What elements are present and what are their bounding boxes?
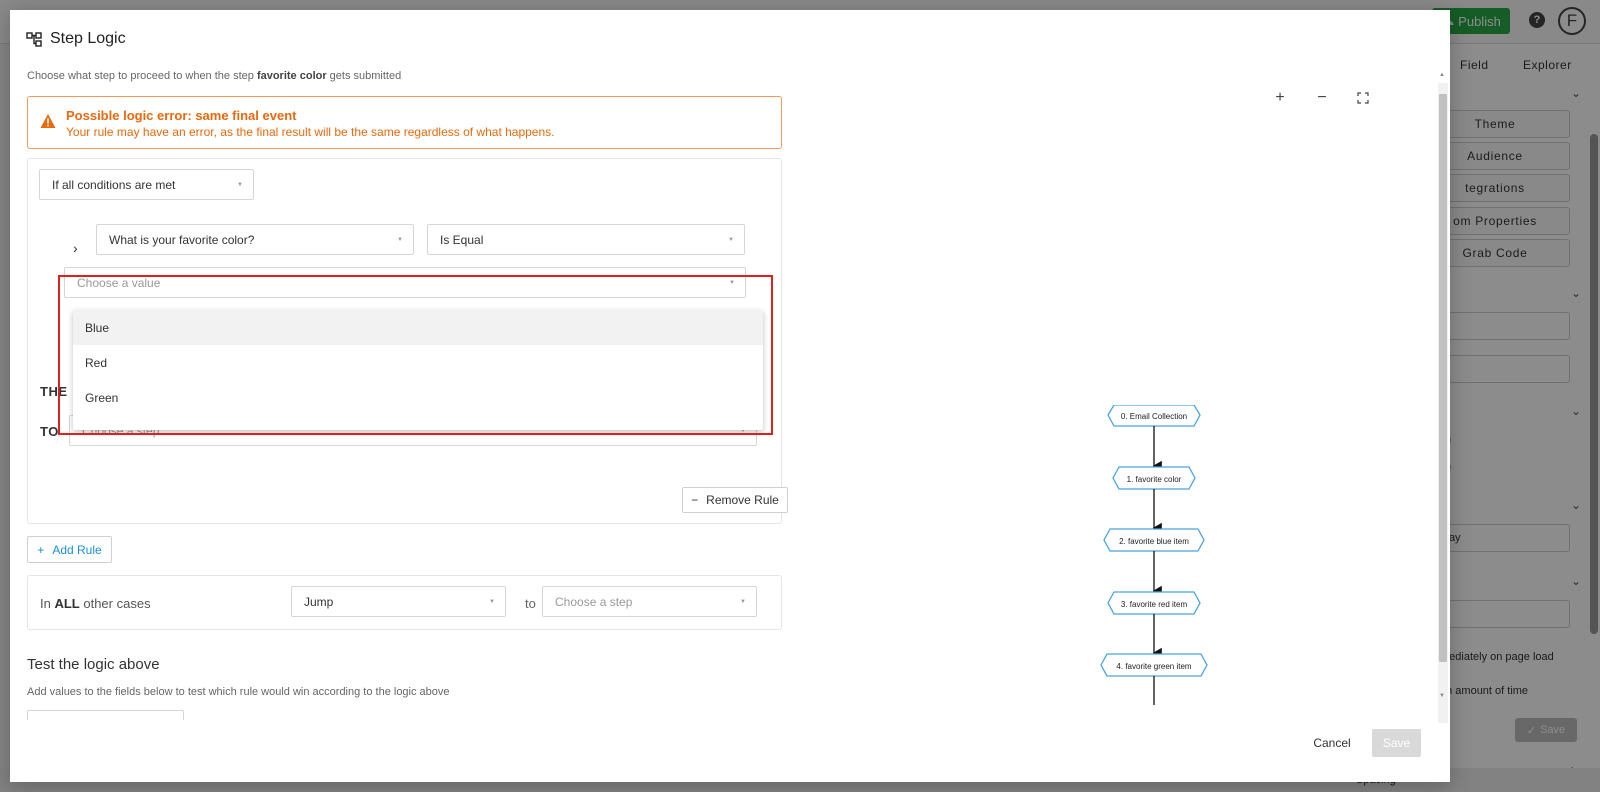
logic-warning: Possible logic error: same final event Y… (27, 96, 782, 149)
to-label: TO (40, 424, 59, 439)
flow-chart-icon (26, 32, 42, 47)
warning-text: Your rule may have an error, as the fina… (66, 125, 555, 139)
dropdown-option-red[interactable]: Red (73, 345, 763, 380)
operator-select[interactable]: Is Equal ▼ (427, 224, 745, 255)
svg-text:4. favorite green item: 4. favorite green item (1116, 662, 1191, 671)
warning-title: Possible logic error: same final event (66, 108, 297, 123)
value-select[interactable]: Choose a value ▼ (64, 267, 746, 298)
flow-node-1[interactable]: 1. favorite color (1112, 466, 1196, 490)
chevron-down-icon: ▼ (489, 599, 495, 605)
remove-rule-button[interactable]: − Remove Rule (682, 487, 788, 513)
flow-node-2[interactable]: 2. favorite blue item (1103, 528, 1205, 552)
svg-text:1. favorite color: 1. favorite color (1127, 475, 1182, 484)
chevron-down-icon: ▼ (740, 599, 746, 605)
minus-icon: − (691, 493, 699, 507)
save-button[interactable]: Save (1372, 729, 1421, 757)
chevron-down-icon: ▼ (728, 237, 734, 243)
condition-mode-select[interactable]: If all conditions are met ▼ (39, 169, 254, 200)
fullscreen-icon[interactable] (1353, 88, 1373, 108)
flow-node-3[interactable]: 3. favorite red item (1107, 591, 1201, 615)
dropdown-option-blue[interactable]: Blue (73, 310, 763, 345)
test-value-input[interactable] (27, 710, 184, 720)
field-select[interactable]: What is your favorite color? ▼ (96, 224, 414, 255)
then-label: THE (40, 384, 68, 399)
flow-node-0[interactable]: 0. Email Collection (1107, 405, 1201, 427)
zoom-in-button[interactable]: + (1270, 88, 1290, 108)
cancel-button[interactable]: Cancel (1304, 729, 1360, 757)
warning-icon (40, 114, 56, 128)
to-word: to (525, 596, 536, 611)
zoom-out-button[interactable]: − (1312, 88, 1332, 108)
fallback-step-select[interactable]: Choose a step ▼ (542, 586, 757, 617)
svg-text:2. favorite blue item: 2. favorite blue item (1119, 537, 1189, 546)
test-logic-title: Test the logic above (27, 656, 160, 673)
action-select[interactable]: Jump ▼ (291, 586, 506, 617)
scroll-up-icon[interactable]: ▲ (1439, 72, 1445, 78)
step-logic-modal: Step Logic Choose what step to proceed t… (10, 10, 1450, 782)
dropdown-option-green[interactable]: Green (73, 380, 763, 415)
other-cases-label: In ALL other cases (40, 596, 151, 611)
modal-title: Step Logic (26, 30, 126, 48)
add-rule-button[interactable]: + Add Rule (27, 536, 112, 563)
flow-diagram: 0. Email Collection 1. favorite color 2.… (1100, 405, 1208, 705)
value-dropdown-menu: Blue Red Green (73, 310, 763, 430)
scroll-down-icon[interactable]: ▼ (1439, 693, 1445, 699)
chevron-down-icon: ▼ (729, 280, 735, 286)
diagram-scrollbar-thumb[interactable] (1439, 94, 1447, 662)
chevron-right-icon[interactable]: › (73, 240, 78, 256)
other-cases-card: In ALL other cases Jump ▼ to Choose a ste… (27, 575, 782, 630)
plus-icon: + (37, 542, 45, 557)
chevron-down-icon: ▼ (237, 182, 243, 188)
flow-node-4[interactable]: 4. favorite green item (1100, 653, 1208, 677)
test-logic-description: Add values to the fields below to test w… (27, 686, 450, 698)
svg-text:0. Email Collection: 0. Email Collection (1121, 412, 1187, 421)
svg-text:3. favorite red item: 3. favorite red item (1121, 600, 1188, 609)
modal-subtitle: Choose what step to proceed to when the … (27, 70, 402, 82)
chevron-down-icon: ▼ (397, 237, 403, 243)
